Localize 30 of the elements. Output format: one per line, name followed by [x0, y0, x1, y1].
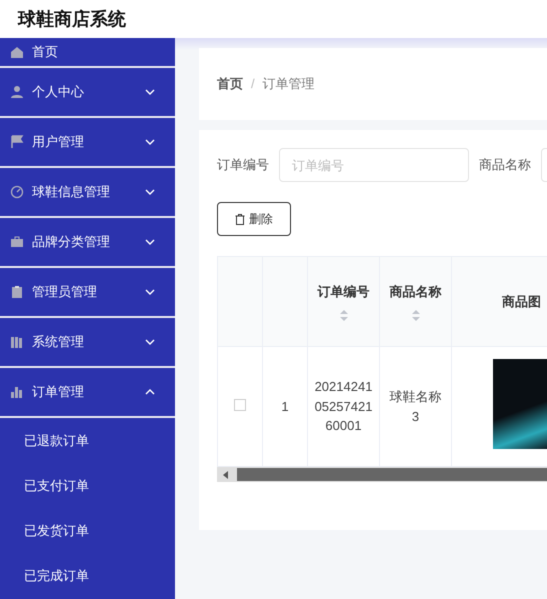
- field-label: 订单编号: [217, 156, 269, 174]
- bar-chart-icon: [10, 385, 24, 399]
- left-arrow-icon[interactable]: [223, 470, 229, 478]
- user-icon: [10, 85, 24, 99]
- column-header: 商品图: [452, 256, 547, 346]
- gauge-icon: [10, 185, 24, 199]
- flag-icon: [10, 135, 24, 149]
- sidebar-subitem[interactable]: 已发货订单: [0, 508, 175, 553]
- field-label: 商品名称: [479, 156, 531, 174]
- breadcrumb-item[interactable]: 首页: [217, 74, 243, 94]
- column-header[interactable]: 订单编号: [308, 256, 380, 346]
- sidebar-subitem[interactable]: 已退款订单: [0, 418, 175, 463]
- column-header[interactable]: 商品名称: [380, 256, 452, 346]
- delete-button[interactable]: 删除: [217, 202, 291, 236]
- books-icon: [10, 335, 24, 349]
- scrollbar-thumb[interactable]: [237, 468, 547, 481]
- row-checkbox[interactable]: [234, 398, 246, 411]
- search-field[interactable]: 订单编号: [279, 148, 469, 182]
- sort-icon[interactable]: [412, 310, 420, 321]
- sort-icon[interactable]: [340, 310, 348, 321]
- sidebar-subitem[interactable]: 已支付订单: [0, 463, 175, 508]
- briefcase-icon: [10, 235, 24, 249]
- trash-icon: [235, 214, 245, 224]
- breadcrumb-separator: /: [251, 75, 255, 94]
- horizontal-scrollbar[interactable]: [217, 467, 547, 482]
- sidebar-subitem[interactable]: 已完成订单: [0, 553, 175, 598]
- app-title: 球鞋商店系统: [18, 8, 126, 30]
- breadcrumb-item: 订单管理: [262, 75, 315, 94]
- home-icon: [10, 45, 24, 59]
- clipboard-icon: [10, 285, 24, 299]
